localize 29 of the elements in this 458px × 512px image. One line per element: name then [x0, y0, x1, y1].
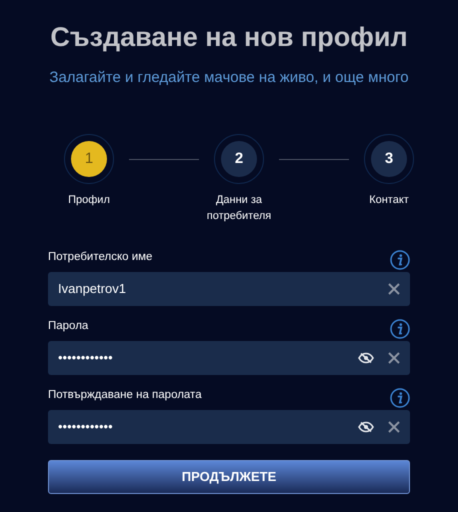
continue-button[interactable]: ПРОДЪЛЖЕТЕ [48, 460, 410, 494]
input-value: •••••••••••• [58, 418, 114, 436]
page-subtitle: Залагайте и гледайте мачове на живо, и още много [49, 68, 409, 88]
page-title: Създаване на нов профил [50, 21, 408, 54]
eye-slash-icon[interactable] [358, 421, 374, 433]
input-value: Ivanpetrov1 [58, 280, 127, 298]
step-number: 2 [221, 141, 257, 177]
info-icon[interactable] [390, 250, 410, 270]
step-label: Профил [67, 193, 111, 208]
info-icon[interactable] [390, 319, 410, 339]
close-icon[interactable] [388, 352, 400, 364]
input-value: •••••••••••• [58, 349, 114, 368]
input-field[interactable]: •••••••••••• [48, 410, 410, 444]
field-label: Потвърждаване на паролата [48, 388, 202, 403]
step-label: Контакт [368, 193, 410, 208]
field-label: Потребителско име [48, 250, 152, 265]
step-number: 3 [371, 141, 407, 177]
info-icon[interactable] [390, 388, 410, 408]
step-indicator[interactable]: 1 [64, 134, 114, 184]
close-icon[interactable] [388, 421, 400, 433]
step-indicator[interactable]: 2 [214, 134, 264, 184]
close-icon[interactable] [388, 283, 400, 295]
input-field[interactable]: Ivanpetrov1 [48, 272, 410, 306]
input-field[interactable]: •••••••••••• [48, 341, 410, 375]
step-number: 1 [71, 141, 107, 177]
step-label: Данни за потребителя [206, 193, 272, 224]
step-indicator[interactable]: 3 [364, 134, 414, 184]
eye-slash-icon[interactable] [358, 352, 374, 364]
field-label: Парола [48, 318, 88, 334]
